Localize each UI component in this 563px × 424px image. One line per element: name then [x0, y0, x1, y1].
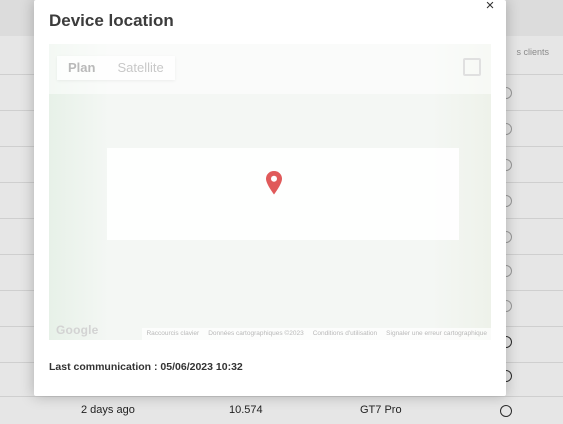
terms-link[interactable]: Conditions d'utilisation [313, 328, 377, 340]
status-icon[interactable] [500, 405, 512, 417]
row-model: GT7 Pro [360, 404, 402, 416]
map-type-plan-button[interactable]: Plan [57, 56, 106, 80]
fullscreen-icon[interactable] [463, 58, 481, 76]
map-pin-icon[interactable] [265, 170, 283, 196]
map-attribution-bar: Raccourcis clavier Données cartographiqu… [142, 328, 491, 340]
map-data-label: Données cartographiques ©2023 [208, 330, 304, 337]
row-time: 2 days ago [81, 404, 135, 416]
google-logo: Google [56, 323, 99, 337]
background-column-header: s clients [516, 47, 549, 57]
modal-title: Device location [49, 11, 174, 30]
map-area [107, 148, 459, 240]
close-icon[interactable]: × [483, 0, 497, 14]
map-type-control: Plan Satellite [57, 56, 175, 80]
keyboard-shortcuts-link[interactable]: Raccourcis clavier [146, 328, 199, 340]
row-value: 10.574 [229, 404, 263, 416]
map-view[interactable]: Plan Satellite Google Raccourcis clavier… [49, 44, 491, 340]
table-row[interactable]: 2 days ago 10.574 GT7 Pro [0, 397, 563, 424]
device-location-modal: Device location × Plan Satellite Google … [34, 0, 506, 396]
map-type-satellite-button[interactable]: Satellite [106, 56, 174, 80]
report-error-link[interactable]: Signaler une erreur cartographique [386, 328, 487, 340]
last-communication: Last communication : 05/06/2023 10:32 [49, 361, 243, 373]
